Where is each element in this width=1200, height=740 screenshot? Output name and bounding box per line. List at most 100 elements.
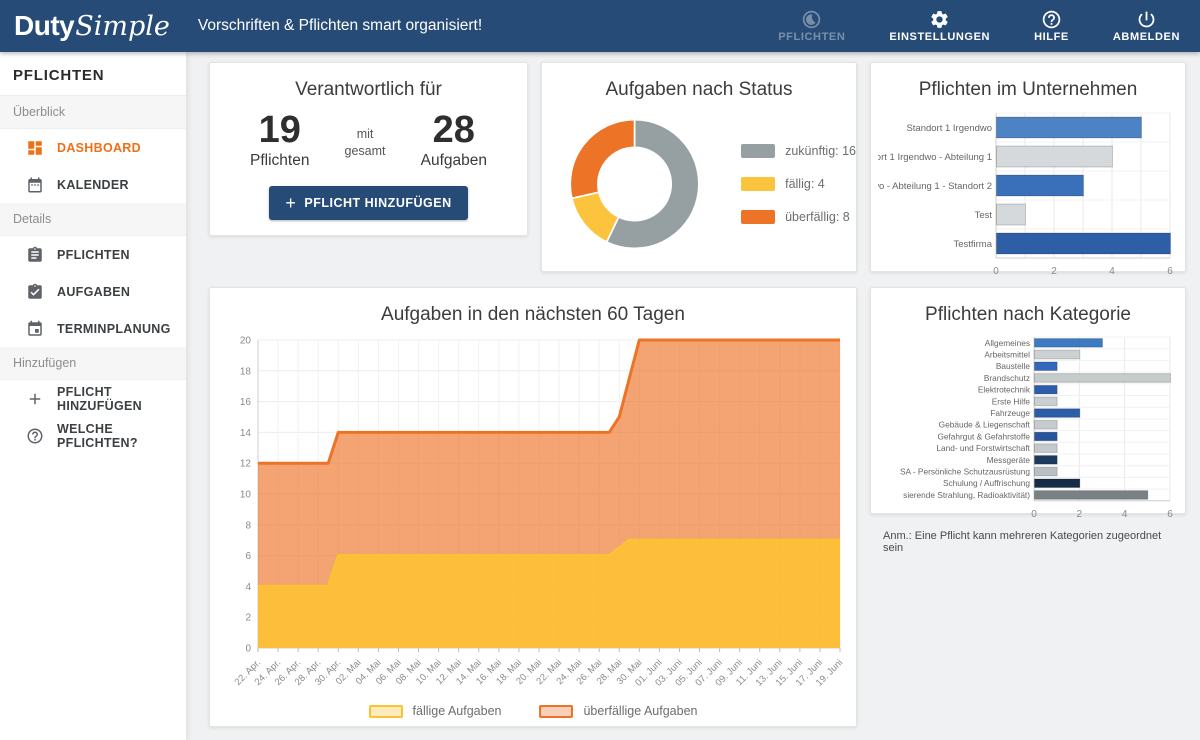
sidebar-item-terminplanung[interactable]: TERMINPLANUNG bbox=[0, 310, 186, 347]
svg-text:16: 16 bbox=[240, 397, 252, 408]
svg-text:0: 0 bbox=[993, 266, 999, 277]
nav-label: EINSTELLUNGEN bbox=[889, 31, 990, 43]
svg-text:Test: Test bbox=[975, 210, 993, 221]
sidebar-item-kalender[interactable]: KALENDER bbox=[0, 166, 186, 203]
sidebar-item-label: KALENDER bbox=[57, 178, 129, 192]
card-tasks-area: Aufgaben in den nächsten 60 Tagen 024681… bbox=[209, 287, 857, 727]
svg-text:Messgeräte: Messgeräte bbox=[987, 455, 1031, 465]
sidebar-item-dashboard[interactable]: DASHBOARD bbox=[0, 129, 186, 166]
main-content: Verantwortlich für 19 Pflichten mit gesa… bbox=[186, 52, 1200, 740]
sidebar-item-label: PFLICHTEN bbox=[57, 248, 130, 262]
plus-icon: + bbox=[285, 194, 296, 212]
sidebar-item-label: DASHBOARD bbox=[57, 141, 141, 155]
svg-text:4: 4 bbox=[1109, 266, 1115, 277]
button-row: + PFLICHT HINZUFÜGEN bbox=[210, 186, 527, 220]
svg-text:Baustelle: Baustelle bbox=[996, 361, 1031, 371]
svg-text:12: 12 bbox=[240, 459, 252, 470]
card-title: Verantwortlich für bbox=[210, 79, 527, 101]
legend-item: fällig: 4 bbox=[741, 177, 856, 191]
pflicht-hinzufuegen-button[interactable]: + PFLICHT HINZUFÜGEN bbox=[269, 186, 467, 220]
nav-label: ABMELDEN bbox=[1113, 31, 1180, 43]
card-title: Pflichten im Unternehmen bbox=[871, 79, 1185, 101]
svg-text:2: 2 bbox=[245, 613, 251, 624]
gear-icon bbox=[929, 9, 950, 30]
svg-text:4: 4 bbox=[245, 582, 251, 593]
svg-text:6: 6 bbox=[1167, 266, 1173, 277]
card-responsible: Verantwortlich für 19 Pflichten mit gesa… bbox=[209, 62, 528, 236]
nav-item-einstellungen[interactable]: EINSTELLUNGEN bbox=[889, 9, 990, 43]
svg-text:Arbeitsmittel: Arbeitsmittel bbox=[984, 350, 1030, 360]
aufgaben-count: 28 Aufgaben bbox=[421, 111, 487, 170]
sidebar-item-label: PFLICHT HINZUFÜGEN bbox=[57, 385, 186, 413]
plus-icon bbox=[26, 390, 44, 408]
app-tagline: Vorschriften & Pflichten smart organisie… bbox=[198, 17, 482, 35]
sidebar-item-label: WELCHE PFLICHTEN? bbox=[57, 422, 186, 450]
legend-item: fällige Aufgaben bbox=[369, 704, 502, 718]
svg-text:SA - Persönliche Schutzausrüst: SA - Persönliche Schutzausrüstung bbox=[900, 467, 1030, 477]
gesamt-line: gesamt bbox=[345, 143, 386, 160]
pflichten-count: 19 Pflichten bbox=[250, 111, 309, 170]
svg-text:Schulung / Auffrischung: Schulung / Auffrischung bbox=[943, 478, 1030, 488]
nav-item-pflichten[interactable]: PFLICHTEN bbox=[778, 9, 845, 43]
area-legend: fällige Aufgaben überfällige Aufgaben bbox=[210, 704, 856, 718]
svg-text:2: 2 bbox=[1051, 266, 1057, 277]
svg-text:Erste Hilfe: Erste Hilfe bbox=[992, 396, 1031, 406]
pie-circle-icon bbox=[801, 9, 822, 30]
nav-label: HILFE bbox=[1034, 31, 1069, 43]
svg-text:6: 6 bbox=[245, 551, 251, 562]
card-title: Aufgaben in den nächsten 60 Tagen bbox=[210, 304, 856, 326]
nav-item-abmelden[interactable]: ABMELDEN bbox=[1113, 9, 1180, 43]
logo-duty: Duty bbox=[14, 10, 74, 42]
legend-item: zukünftig: 16 bbox=[741, 144, 856, 158]
svg-text:sierende Strahlung, Radioaktiv: sierende Strahlung, Radioaktivität) bbox=[903, 490, 1030, 500]
svg-text:0: 0 bbox=[1031, 509, 1037, 520]
svg-text:Irgendwo - Abteilung 1 - Stand: Irgendwo - Abteilung 1 - Standort 2 bbox=[878, 181, 992, 192]
svg-text:Gebäude & Liegenschaft: Gebäude & Liegenschaft bbox=[939, 420, 1031, 430]
svg-text:Gefahrgut & Gefahrstoffe: Gefahrgut & Gefahrstoffe bbox=[937, 431, 1030, 441]
button-label: PFLICHT HINZUFÜGEN bbox=[304, 196, 451, 210]
legend-item: überfällig: 8 bbox=[741, 210, 856, 224]
company-bar-chart: Standort 1 IrgendwoStandort 1 Irgendwo -… bbox=[878, 109, 1178, 281]
sidebar: PFLICHTEN Überblick DASHBOARD KALENDER D… bbox=[0, 52, 186, 740]
responsible-stats: 19 Pflichten mit gesamt 28 Aufgaben bbox=[210, 101, 527, 170]
calendar-icon bbox=[26, 176, 44, 194]
donut-chart: zukünftig: 16 fällig: 4 überfällig: 8 bbox=[542, 103, 856, 265]
svg-text:Allgemeines: Allgemeines bbox=[985, 338, 1030, 348]
sidebar-item-label: AUFGABEN bbox=[57, 285, 130, 299]
app-logo: Duty Simple bbox=[14, 10, 170, 42]
card-company-bars: Pflichten im Unternehmen Standort 1 Irge… bbox=[870, 62, 1186, 272]
area-chart: 0246810121416182022. Apr.24. Apr.26. Apr… bbox=[218, 332, 850, 704]
svg-text:18: 18 bbox=[240, 366, 252, 377]
help-circle-icon bbox=[1041, 9, 1062, 30]
mit-line: mit bbox=[345, 126, 386, 143]
navbar-actions: PFLICHTEN EINSTELLUNGEN HILFE ABMELDEN bbox=[778, 9, 1180, 43]
svg-text:Fahrzeuge: Fahrzeuge bbox=[990, 408, 1030, 418]
svg-text:4: 4 bbox=[1122, 509, 1128, 520]
svg-text:14: 14 bbox=[240, 428, 252, 439]
sidebar-title: PFLICHTEN bbox=[0, 52, 186, 96]
nav-item-hilfe[interactable]: HILFE bbox=[1034, 9, 1069, 43]
mit-gesamt-label: mit gesamt bbox=[345, 126, 386, 170]
legend-item: überfällige Aufgaben bbox=[539, 704, 697, 718]
donut-legend: zukünftig: 16 fällig: 4 überfällig: 8 bbox=[741, 144, 856, 224]
svg-text:Land- und Forstwirtschaft: Land- und Forstwirtschaft bbox=[936, 443, 1030, 453]
sidebar-group-details: Details bbox=[0, 203, 186, 236]
svg-text:Brandschutz: Brandschutz bbox=[984, 373, 1030, 383]
category-note: Anm.: Eine Pflicht kann mehreren Kategor… bbox=[883, 530, 1173, 554]
sidebar-item-welche-pflichten[interactable]: WELCHE PFLICHTEN? bbox=[0, 417, 186, 454]
sidebar-group-hinzufuegen: Hinzufügen bbox=[0, 347, 186, 380]
aufgaben-value: 28 bbox=[421, 111, 487, 151]
top-navbar: Duty Simple Vorschriften & Pflichten sma… bbox=[0, 0, 1200, 52]
aufgaben-label: Aufgaben bbox=[421, 152, 487, 170]
card-title: Pflichten nach Kategorie bbox=[871, 304, 1185, 326]
svg-text:2: 2 bbox=[1077, 509, 1083, 520]
task-check-icon bbox=[26, 283, 44, 301]
card-category-bars: Pflichten nach Kategorie Allgemeines Arbe… bbox=[870, 287, 1186, 514]
nav-label: PFLICHTEN bbox=[778, 31, 845, 43]
svg-text:6: 6 bbox=[1167, 509, 1173, 520]
sidebar-item-aufgaben[interactable]: AUFGABEN bbox=[0, 273, 186, 310]
sidebar-item-pflichten[interactable]: PFLICHTEN bbox=[0, 236, 186, 273]
category-bar-chart: Allgemeines ArbeitsmittelBaustelle Brandsc… bbox=[878, 334, 1178, 522]
sidebar-item-pflicht-hinzufuegen[interactable]: PFLICHT HINZUFÜGEN bbox=[0, 380, 186, 417]
svg-text:8: 8 bbox=[245, 520, 251, 531]
